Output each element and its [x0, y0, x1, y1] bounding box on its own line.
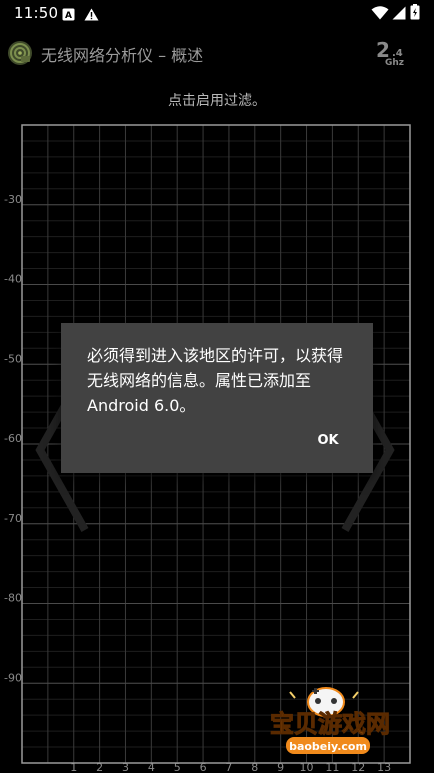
band-unit: Ghz [385, 58, 405, 68]
y-tick-label: -90 [4, 671, 22, 684]
watermark: 宝贝游戏网 baobeiy.com [270, 687, 391, 754]
y-tick-label: -60 [4, 432, 22, 445]
status-time: 11:50 [14, 4, 59, 22]
dialog-message: 必须得到进入该地区的许可，以获得无线网络的信息。属性已添加至Android 6.… [87, 346, 344, 415]
svg-text:A: A [65, 11, 72, 21]
filter-hint[interactable]: 点击启用过滤。 [0, 90, 434, 110]
wifi-icon [371, 5, 389, 24]
app-title: 无线网络分析仪 – 概述 [41, 46, 204, 65]
status-bar: 11:50 A [0, 0, 434, 26]
watermark-url: baobeiy.com [289, 740, 367, 753]
a-box-icon: A [62, 6, 75, 25]
y-tick-label: -30 [4, 193, 22, 206]
ok-button[interactable]: OK [306, 429, 350, 453]
battery-icon [410, 4, 420, 24]
wifi-analyzer-logo-icon [7, 40, 33, 66]
signal-icon [392, 5, 406, 24]
band-selector-button[interactable]: 2 .4 Ghz [372, 38, 412, 72]
app-bar: 无线网络分析仪 – 概述 2 .4 Ghz [0, 26, 434, 78]
watermark-text: 宝贝游戏网 [270, 710, 390, 738]
warning-icon [84, 6, 99, 25]
y-tick-label: -70 [4, 512, 22, 525]
y-tick-label: -80 [4, 592, 22, 605]
y-tick-label: -40 [4, 273, 22, 286]
y-tick-label: -50 [4, 352, 22, 365]
permission-dialog: 必须得到进入该地区的许可，以获得无线网络的信息。属性已添加至Android 6.… [61, 323, 373, 473]
